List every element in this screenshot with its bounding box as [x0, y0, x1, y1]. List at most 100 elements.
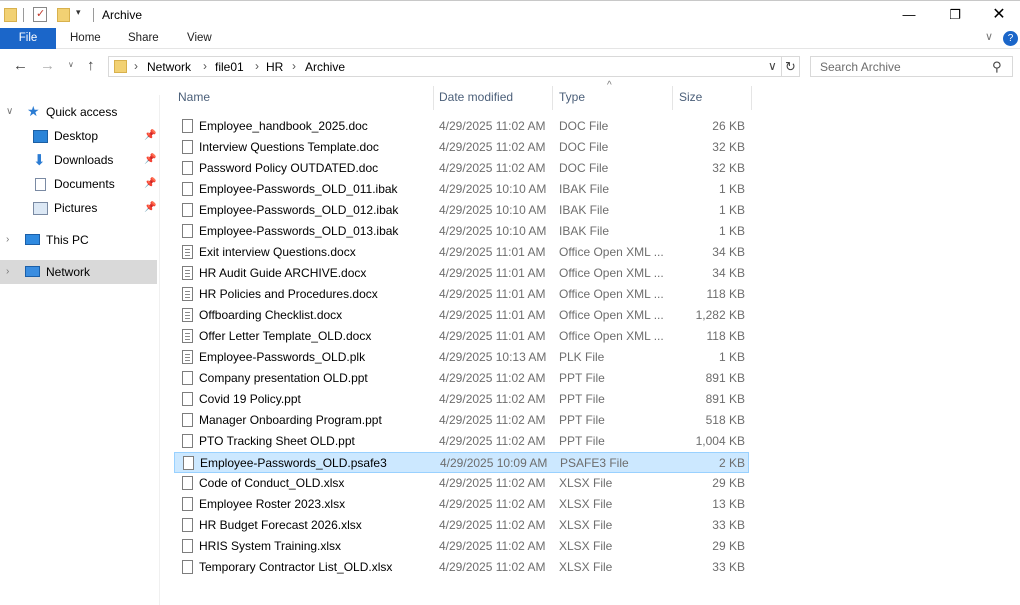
file-name: Employee-Passwords_OLD_013.ibak: [199, 224, 399, 238]
expanded-chevron-icon[interactable]: ∨: [6, 100, 13, 124]
file-type: PPT File: [559, 371, 605, 385]
file-row[interactable]: Employee-Passwords_OLD.psafe3 4/29/2025 1…: [174, 452, 749, 473]
star-icon: ★: [27, 103, 40, 119]
file-name: Interview Questions Template.doc: [199, 140, 379, 154]
sidebar-item-network[interactable]: › Network: [0, 260, 157, 284]
column-divider[interactable]: [751, 86, 752, 110]
breadcrumb-network[interactable]: Network: [147, 60, 191, 74]
search-icon[interactable]: ⚲: [992, 59, 1002, 75]
address-dropdown-chevron-icon[interactable]: ∨: [768, 59, 777, 73]
file-size: 13 KB: [712, 497, 745, 511]
file-row[interactable]: HR Budget Forecast 2026.xlsx 4/29/2025 11…: [174, 515, 749, 536]
file-type: XLSX File: [559, 518, 613, 532]
column-divider[interactable]: [433, 86, 434, 110]
file-icon: [182, 434, 193, 448]
collapsed-chevron-icon[interactable]: ›: [6, 228, 9, 252]
sidebar-item-quick-access[interactable]: ∨ ★ Quick access: [0, 100, 157, 124]
file-date-modified: 4/29/2025 10:13 AM: [439, 350, 547, 364]
file-type: Office Open XML ...: [559, 287, 664, 301]
tab-file[interactable]: File: [0, 28, 56, 49]
sort-ascending-icon: ^: [607, 80, 612, 91]
breadcrumb-file01[interactable]: file01: [215, 60, 244, 74]
pin-icon[interactable]: 📌: [144, 148, 156, 172]
file-row[interactable]: Employee_handbook_2025.doc 4/29/2025 11:0…: [174, 116, 749, 137]
column-divider[interactable]: [552, 86, 553, 110]
sidebar-item-documents[interactable]: Documents 📌: [0, 172, 157, 196]
up-button[interactable]: ↑: [87, 57, 95, 74]
sidebar-item-downloads[interactable]: ⬇ Downloads 📌: [0, 148, 157, 172]
file-row[interactable]: HR Audit Guide ARCHIVE.docx 4/29/2025 11:…: [174, 263, 749, 284]
breadcrumb-separator[interactable]: ›: [292, 59, 296, 73]
close-button[interactable]: ✕: [976, 1, 1020, 29]
properties-icon[interactable]: [33, 7, 47, 22]
toolbar-divider: [93, 8, 94, 22]
pin-icon[interactable]: 📌: [144, 196, 156, 220]
file-row[interactable]: HRIS System Training.xlsx 4/29/2025 11:02…: [174, 536, 749, 557]
collapsed-chevron-icon[interactable]: ›: [6, 260, 9, 284]
refresh-button[interactable]: ↻: [782, 56, 800, 77]
file-type: PPT File: [559, 434, 605, 448]
file-row[interactable]: Offer Letter Template_OLD.docx 4/29/2025 …: [174, 326, 749, 347]
breadcrumb-separator[interactable]: ›: [134, 59, 138, 73]
file-date-modified: 4/29/2025 10:10 AM: [439, 203, 547, 217]
new-folder-icon[interactable]: [57, 8, 70, 22]
column-header-size[interactable]: Size: [679, 84, 702, 110]
file-row[interactable]: Company presentation OLD.ppt 4/29/2025 11…: [174, 368, 749, 389]
file-row[interactable]: Exit interview Questions.docx 4/29/2025 1…: [174, 242, 749, 263]
file-row[interactable]: Employee-Passwords_OLD_011.ibak 4/29/2025…: [174, 179, 749, 200]
file-icon: [182, 224, 193, 238]
file-type: IBAK File: [559, 224, 610, 238]
desktop-icon: [33, 130, 48, 143]
file-name: Employee-Passwords_OLD_012.ibak: [199, 203, 399, 217]
file-row[interactable]: HR Policies and Procedures.docx 4/29/2025…: [174, 284, 749, 305]
sidebar-item-pictures[interactable]: Pictures 📌: [0, 196, 157, 220]
file-type: Office Open XML ...: [559, 245, 664, 259]
file-row[interactable]: Employee-Passwords_OLD_012.ibak 4/29/2025…: [174, 200, 749, 221]
breadcrumb-archive[interactable]: Archive: [305, 60, 345, 74]
back-button[interactable]: ←: [13, 57, 28, 74]
tab-view[interactable]: View: [175, 28, 224, 49]
file-date-modified: 4/29/2025 11:02 AM: [439, 497, 546, 511]
column-header-name[interactable]: Name: [178, 84, 210, 110]
forward-button[interactable]: →: [40, 57, 55, 74]
customize-toolbar-chevron-icon[interactable]: ▾: [76, 7, 81, 23]
file-size: 33 KB: [712, 560, 745, 574]
file-row[interactable]: Code of Conduct_OLD.xlsx 4/29/2025 11:02 …: [174, 473, 749, 494]
column-divider[interactable]: [672, 86, 673, 110]
file-row[interactable]: Interview Questions Template.doc 4/29/202…: [174, 137, 749, 158]
address-bar[interactable]: › Network › file01 › HR › Archive ∨: [108, 56, 782, 77]
file-row[interactable]: Offboarding Checklist.docx 4/29/2025 11:0…: [174, 305, 749, 326]
file-row[interactable]: PTO Tracking Sheet OLD.ppt 4/29/2025 11:0…: [174, 431, 749, 452]
maximize-button[interactable]: ❐: [932, 1, 978, 29]
minimize-button[interactable]: —: [886, 1, 932, 29]
tab-home[interactable]: Home: [58, 28, 113, 49]
file-row[interactable]: Covid 19 Policy.ppt 4/29/2025 11:02 AM PPT…: [174, 389, 749, 410]
file-row[interactable]: Manager Onboarding Program.ppt 4/29/2025 …: [174, 410, 749, 431]
sidebar-item-label: Documents: [54, 177, 115, 191]
file-row[interactable]: Employee-Passwords_OLD_013.ibak 4/29/2025…: [174, 221, 749, 242]
column-header-type[interactable]: Type: [559, 84, 585, 110]
file-row[interactable]: Employee Roster 2023.xlsx 4/29/2025 11:02…: [174, 494, 749, 515]
document-icon: [182, 287, 193, 301]
search-input[interactable]: [812, 58, 987, 75]
file-row[interactable]: Password Policy OUTDATED.doc 4/29/2025 11…: [174, 158, 749, 179]
column-header-date-modified[interactable]: Date modified: [439, 84, 513, 110]
file-icon: [182, 497, 193, 511]
tab-share[interactable]: Share: [116, 28, 171, 49]
expand-ribbon-chevron-icon[interactable]: ∨: [985, 30, 993, 43]
file-size: 33 KB: [712, 518, 745, 532]
recent-locations-chevron-icon[interactable]: ∨: [68, 60, 74, 69]
breadcrumb-separator[interactable]: ›: [255, 59, 259, 73]
pin-icon[interactable]: 📌: [144, 124, 156, 148]
breadcrumb-separator[interactable]: ›: [203, 59, 207, 73]
file-name: Offboarding Checklist.docx: [199, 308, 343, 322]
pin-icon[interactable]: 📌: [144, 172, 156, 196]
file-name: Employee-Passwords_OLD.psafe3: [200, 456, 387, 470]
help-icon[interactable]: ?: [1003, 31, 1018, 46]
sidebar-item-this-pc[interactable]: › This PC: [0, 228, 157, 252]
sidebar-item-desktop[interactable]: Desktop 📌: [0, 124, 157, 148]
file-row[interactable]: Employee-Passwords_OLD.plk 4/29/2025 10:1…: [174, 347, 749, 368]
search-box[interactable]: ⚲: [810, 56, 1013, 77]
breadcrumb-hr[interactable]: HR: [266, 60, 283, 74]
file-row[interactable]: Temporary Contractor List_OLD.xlsx 4/29/2…: [174, 557, 749, 578]
